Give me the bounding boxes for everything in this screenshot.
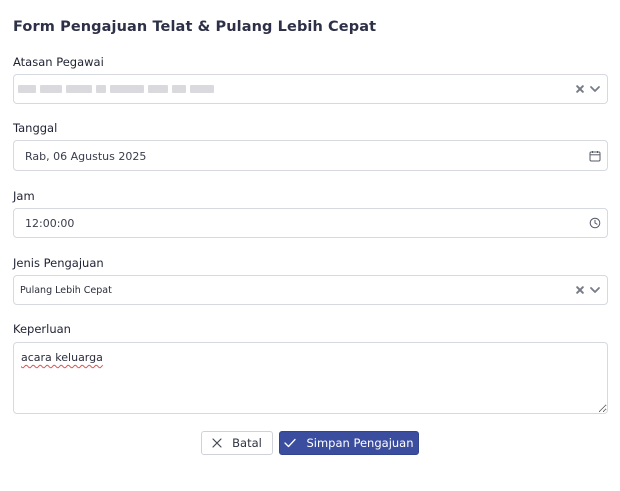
chevron-down-icon[interactable] — [589, 83, 601, 95]
calendar-icon[interactable] — [589, 150, 601, 162]
save-button[interactable]: Simpan Pengajuan — [279, 431, 419, 455]
tanggal-label: Tanggal — [13, 121, 58, 135]
tanggal-value: Rab, 06 Agustus 2025 — [25, 150, 147, 163]
jenis-value: Pulang Lebih Cepat — [20, 285, 112, 296]
clear-icon[interactable] — [575, 84, 585, 94]
clear-icon[interactable] — [575, 285, 585, 295]
jenis-select[interactable]: Pulang Lebih Cepat — [13, 275, 608, 305]
cancel-button[interactable]: Batal — [201, 431, 273, 455]
check-icon — [284, 438, 297, 448]
jam-value: 12:00:00 — [25, 217, 75, 230]
keperluan-label: Keperluan — [13, 322, 71, 336]
atasan-label: Atasan Pegawai — [13, 55, 104, 69]
chevron-down-icon[interactable] — [589, 284, 601, 296]
cancel-button-label: Batal — [232, 436, 262, 450]
clock-icon[interactable] — [589, 217, 601, 229]
leave-request-form: Form Pengajuan Telat & Pulang Lebih Cepa… — [0, 0, 620, 491]
close-icon — [212, 438, 222, 448]
keperluan-textarea[interactable]: acara keluarga — [13, 342, 608, 414]
page-title: Form Pengajuan Telat & Pulang Lebih Cepa… — [13, 19, 377, 35]
jenis-label: Jenis Pengajuan — [13, 256, 104, 270]
save-button-label: Simpan Pengajuan — [306, 436, 414, 450]
atasan-select[interactable] — [13, 74, 608, 104]
jam-input[interactable]: 12:00:00 — [13, 208, 608, 238]
tanggal-input[interactable]: Rab, 06 Agustus 2025 — [13, 140, 608, 171]
atasan-value-redacted — [18, 85, 214, 93]
jam-label: Jam — [13, 189, 35, 203]
